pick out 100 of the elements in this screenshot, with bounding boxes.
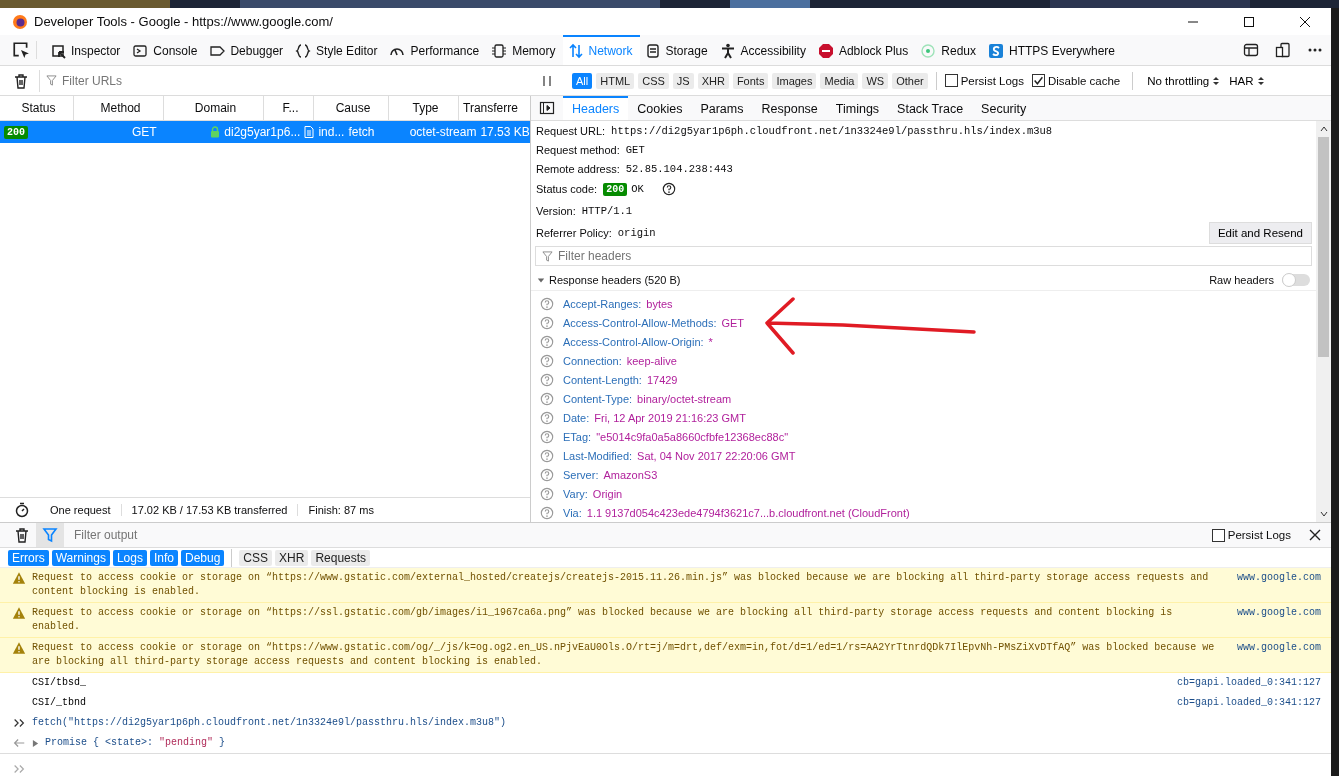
warning-icon: [12, 606, 26, 620]
column-header[interactable]: Transferre: [459, 96, 530, 120]
table-cell-text: GET: [130, 125, 158, 139]
message-source-link[interactable]: cb=gapi.loaded_0:341:127: [1176, 696, 1321, 710]
type-filter-button[interactable]: Fonts: [732, 72, 769, 89]
firefox-icon: [12, 13, 28, 30]
details-tab[interactable]: Security: [972, 96, 1036, 120]
throttling-select[interactable]: No throttling: [1141, 74, 1210, 87]
message-source-link[interactable]: www.google.com: [1237, 571, 1321, 585]
column-header[interactable]: Status: [0, 96, 74, 120]
message-source-link[interactable]: cb=gapi.loaded_0:341:127: [1176, 676, 1321, 690]
header-name: Date:: [563, 411, 590, 424]
column-header[interactable]: Cause: [314, 96, 389, 120]
section-title: Response headers (520 B): [549, 274, 681, 286]
header-name: Via:: [563, 506, 582, 519]
level-filter-button[interactable]: CSS: [239, 549, 273, 566]
console-icon: [132, 43, 149, 59]
type-filter-button[interactable]: All: [572, 72, 593, 89]
scroll-up-icon[interactable]: [1318, 125, 1329, 133]
column-header[interactable]: F...: [264, 96, 314, 120]
expand-icon[interactable]: [537, 276, 545, 284]
updown-icon: [1213, 75, 1220, 86]
details-tab[interactable]: Headers: [563, 96, 629, 120]
level-filter-button[interactable]: Info: [149, 549, 178, 566]
inspector-icon: [50, 43, 66, 59]
checkbox[interactable]: [1032, 74, 1045, 87]
message-source-link[interactable]: www.google.com: [1237, 606, 1321, 620]
trash-icon[interactable]: [14, 527, 30, 544]
header-value: GET: [721, 316, 745, 329]
level-filter-button[interactable]: Requests: [311, 549, 371, 566]
tool-tab[interactable]: Redux: [915, 35, 983, 65]
field-label: Request method:: [536, 143, 620, 156]
details-tab[interactable]: Cookies: [628, 96, 692, 120]
tool-tab[interactable]: Memory: [486, 35, 563, 65]
filter-headers-field[interactable]: Filter headers: [535, 246, 1312, 266]
scroll-down-icon[interactable]: [1318, 510, 1329, 518]
filter-urls-field[interactable]: Filter URLs: [39, 69, 526, 92]
har-select[interactable]: HAR: [1223, 74, 1254, 87]
header-name: Content-Length:: [563, 373, 642, 386]
details-tab[interactable]: Response: [752, 96, 827, 120]
details-tab[interactable]: Stack Trace: [888, 96, 973, 120]
level-filter-button[interactable]: Debug: [180, 549, 225, 566]
type-filter-button[interactable]: Images: [772, 72, 817, 89]
tool-tab[interactable]: Performance: [384, 35, 487, 65]
raw-headers-toggle[interactable]: [1282, 274, 1310, 286]
type-filter-button[interactable]: WS: [862, 72, 889, 89]
layout-icon[interactable]: [1243, 42, 1259, 58]
filter-input[interactable]: Filter URLs: [60, 72, 526, 89]
tool-tab[interactable]: HTTPS Everywhere: [983, 35, 1122, 65]
level-filter-button[interactable]: XHR: [275, 549, 309, 566]
details-tab[interactable]: Timings: [826, 96, 889, 120]
stop-sign-icon: [817, 43, 834, 59]
checkbox[interactable]: [944, 74, 958, 87]
stopwatch-icon[interactable]: [14, 502, 30, 518]
details-tab[interactable]: Params: [691, 96, 753, 120]
column-header[interactable]: Domain: [164, 96, 264, 120]
level-filter-button[interactable]: Errors: [8, 549, 49, 566]
trash-icon[interactable]: [13, 72, 29, 89]
type-filter-button[interactable]: Media: [820, 72, 859, 89]
header-name: Server:: [563, 468, 599, 481]
tool-tab[interactable]: Accessibility: [714, 35, 813, 65]
filter-icon[interactable]: [36, 523, 64, 548]
edit-and-resend-button[interactable]: Edit and Resend: [1208, 222, 1312, 244]
tool-tab[interactable]: Adblock Plus: [812, 35, 916, 65]
column-header[interactable]: Method: [74, 96, 164, 120]
type-filter-button[interactable]: CSS: [638, 72, 669, 89]
element-picker-icon[interactable]: [12, 41, 37, 59]
type-filter-button[interactable]: Other: [892, 72, 928, 89]
header-value: Fri, 12 Apr 2019 21:16:23 GMT: [594, 411, 746, 424]
message-source-link[interactable]: www.google.com: [1237, 641, 1321, 655]
tool-tab[interactable]: Console: [127, 35, 205, 65]
pause-icon[interactable]: [542, 74, 552, 87]
field-label: Version:: [536, 205, 576, 217]
close-icon[interactable]: [1299, 15, 1311, 28]
tool-tab[interactable]: Inspector: [45, 35, 128, 65]
maximize-icon[interactable]: [1243, 15, 1255, 28]
table-cell-text: octet-stream: [408, 125, 477, 139]
column-header[interactable]: Type: [389, 96, 459, 120]
scrollbar[interactable]: [1316, 121, 1331, 522]
checkbox-label: Disable cache: [1048, 74, 1121, 87]
expand-icon[interactable]: [32, 739, 39, 748]
field-label: Referrer Policy:: [536, 227, 612, 239]
level-filter-button[interactable]: Warnings: [51, 549, 110, 566]
level-filter-button[interactable]: Logs: [112, 549, 147, 566]
chip-icon: [491, 43, 508, 59]
help-icon[interactable]: [661, 182, 676, 196]
tool-tab[interactable]: Storage: [639, 35, 715, 65]
sidebar-toggle-icon[interactable]: [539, 100, 555, 116]
tool-tab[interactable]: Debugger: [204, 35, 291, 65]
responsive-icon[interactable]: [1275, 42, 1291, 58]
type-filter-button[interactable]: HTML: [596, 72, 635, 89]
filter-input[interactable]: Filter headers: [556, 248, 1311, 264]
tool-tab[interactable]: Network: [562, 35, 640, 65]
header-value: keep-alive: [626, 354, 677, 367]
close-icon[interactable]: [1309, 529, 1321, 542]
request-row[interactable]: 200 GET di2g5yar1p6... ind... fetch octet-stream 17.53 KB: [0, 121, 530, 143]
type-filter-button[interactable]: XHR: [697, 72, 729, 89]
status-text: Finish: 87 ms: [307, 504, 375, 516]
tool-tab[interactable]: Style Editor: [290, 35, 385, 65]
type-filter-button[interactable]: JS: [672, 72, 694, 89]
